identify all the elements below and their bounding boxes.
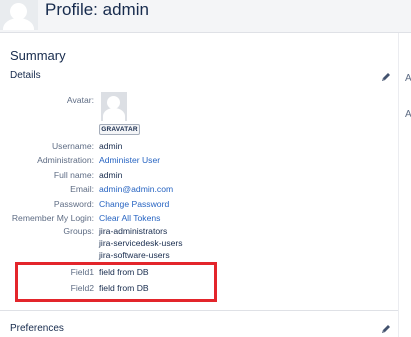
section-divider bbox=[0, 310, 398, 311]
groups-label: Groups: bbox=[63, 226, 94, 236]
email-link[interactable]: admin@admin.com bbox=[99, 182, 173, 196]
avatar[interactable] bbox=[101, 92, 127, 121]
username-value: admin bbox=[99, 141, 123, 151]
clear-all-tokens-link[interactable]: Clear All Tokens bbox=[99, 211, 160, 225]
profile-header: Profile: admin bbox=[0, 0, 411, 33]
group-item: jira-administrators bbox=[99, 226, 168, 236]
avatar-row: Avatar: bbox=[0, 93, 398, 107]
summary-heading: Summary bbox=[10, 48, 66, 63]
username-label: Username: bbox=[51, 141, 94, 151]
fullname-row: Full name: admin bbox=[0, 168, 398, 182]
preferences-heading: Preferences bbox=[10, 323, 64, 334]
username-row: Username: admin bbox=[0, 139, 398, 153]
email-label: Email: bbox=[70, 184, 94, 194]
administer-user-link[interactable]: Administer User bbox=[99, 153, 160, 167]
administration-label: Administration: bbox=[37, 155, 94, 165]
right-column-mark: A bbox=[405, 73, 411, 84]
remember-login-label: Remember My Login: bbox=[11, 213, 94, 223]
right-column-edge: A A bbox=[398, 33, 411, 337]
fullname-value: admin bbox=[99, 170, 123, 180]
group-item: jira-software-users bbox=[99, 250, 170, 260]
pencil-icon[interactable] bbox=[380, 323, 392, 335]
fullname-label: Full name: bbox=[53, 170, 94, 180]
avatar-label: Avatar: bbox=[66, 95, 94, 105]
page-title: Profile: admin bbox=[45, 0, 149, 19]
groups-row: Groups: bbox=[0, 224, 398, 238]
change-password-link[interactable]: Change Password bbox=[99, 197, 169, 211]
password-row: Password: Change Password bbox=[0, 197, 398, 211]
groups-list: jira-administrators jira-servicedesk-use… bbox=[99, 225, 183, 261]
group-item: jira-servicedesk-users bbox=[99, 238, 183, 248]
details-heading: Details bbox=[10, 70, 41, 81]
user-avatar-icon bbox=[0, 0, 38, 30]
highlight-annotation-box bbox=[15, 262, 217, 302]
right-column-mark: A bbox=[405, 109, 411, 120]
gravatar-button[interactable]: GRAVATAR bbox=[99, 124, 140, 135]
administration-row: Administration: Administer User bbox=[0, 153, 398, 167]
email-row: Email: admin@admin.com bbox=[0, 182, 398, 196]
pencil-icon[interactable] bbox=[380, 71, 392, 83]
remember-login-row: Remember My Login: Clear All Tokens bbox=[0, 211, 398, 225]
password-label: Password: bbox=[53, 199, 94, 209]
